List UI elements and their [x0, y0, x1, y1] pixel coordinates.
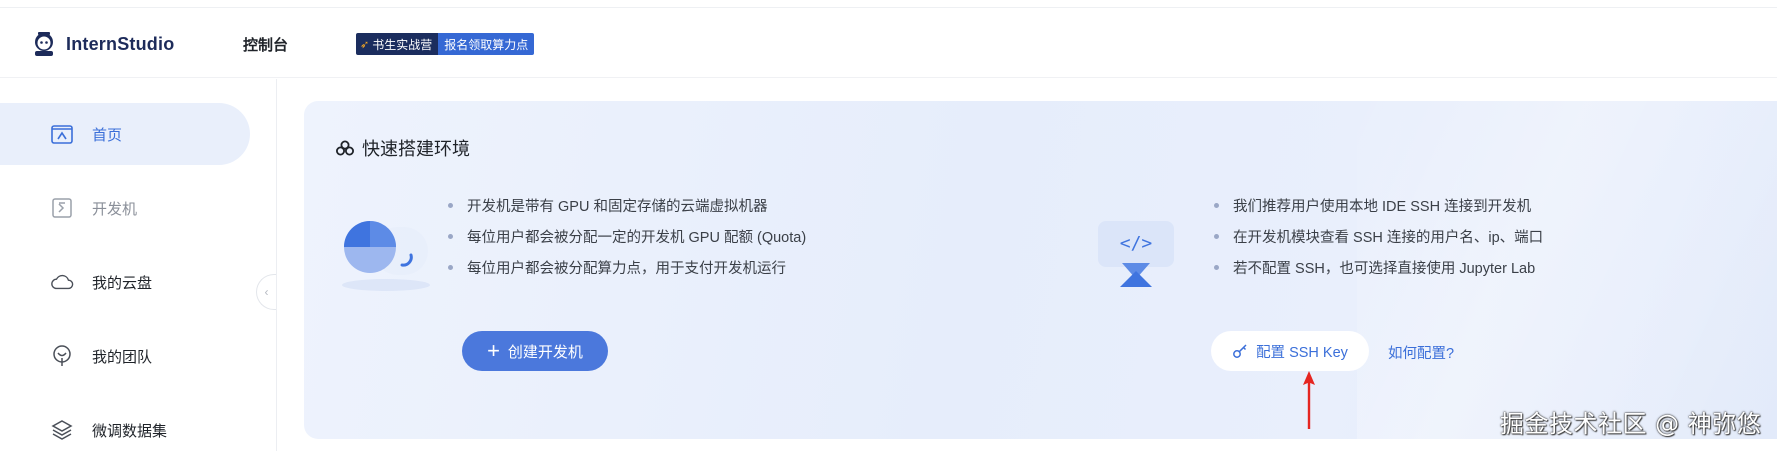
list-item: 开发机是带有 GPU 和固定存储的云端虚拟机器: [448, 190, 806, 221]
plus-icon: +: [487, 338, 500, 363]
list-item-text: 每位用户都会被分配算力点，用于支付开发机运行: [467, 261, 786, 277]
top-header: InternStudio 控制台 ➶ 书生实战营 报名领取算力点: [0, 8, 1777, 78]
list-item: 我们推荐用户使用本地 IDE SSH 连接到开发机: [1214, 190, 1543, 221]
devmachine-info-list: 开发机是带有 GPU 和固定存储的云端虚拟机器 每位用户都会被分配一定的开发机 …: [448, 190, 806, 283]
configure-ssh-key-button[interactable]: 配置 SSH Key: [1211, 331, 1369, 371]
sidebar-item-home[interactable]: 首页: [0, 103, 250, 165]
terminal-icon: [50, 196, 74, 220]
bullet-dot: [448, 203, 453, 208]
sidebar-item-label: 我的团队: [92, 348, 153, 366]
list-item: 每位用户都会被分配算力点，用于支付开发机运行: [448, 252, 806, 283]
camp-banner[interactable]: ➶ 书生实战营 报名领取算力点: [356, 33, 535, 55]
quick-setup-card: 快速搭建环境 开发机是带有 GPU 和固定存储的云端虚拟机器 每位用户都会被分配…: [304, 101, 1777, 439]
rocket-icon: ➶: [360, 38, 370, 51]
logo[interactable]: InternStudio: [30, 30, 174, 58]
bullet-dot: [448, 234, 453, 239]
list-item: 若不配置 SSH，也可选择直接使用 Jupyter Lab: [1214, 252, 1543, 283]
sidebar-item-label: 我的云盘: [92, 274, 153, 292]
list-item-text: 我们推荐用户使用本地 IDE SSH 连接到开发机: [1233, 199, 1532, 215]
bullet-dot: [1214, 203, 1219, 208]
bullet-dot: [448, 265, 453, 270]
cluster-icon: [336, 140, 354, 156]
bullet-dot: [1214, 234, 1219, 239]
camp-banner-right-label: 报名领取算力点: [438, 33, 535, 55]
chevron-left-icon: ‹: [264, 285, 269, 299]
annotation-arrow-icon: [1303, 371, 1315, 429]
watermark: 掘金技术社区 @ 神弥悠: [1500, 410, 1762, 438]
logo-text: InternStudio: [66, 33, 175, 54]
card-title: 快速搭建环境: [336, 135, 470, 161]
camp-banner-left-label: 书生实战营: [372, 37, 433, 52]
window-top-strip: [0, 0, 1777, 8]
mascot-logo-icon: [35, 32, 53, 56]
sidebar-item-devmachine[interactable]: 开发机: [0, 177, 250, 239]
key-icon: [1233, 344, 1247, 358]
list-item-text: 若不配置 SSH，也可选择直接使用 Jupyter Lab: [1233, 261, 1536, 277]
how-to-configure-link[interactable]: 如何配置?: [1388, 342, 1454, 363]
list-item-text: 开发机是带有 GPU 和固定存储的云端虚拟机器: [467, 199, 768, 215]
sidebar-item-label: 微调数据集: [92, 422, 168, 440]
team-icon: [50, 344, 74, 368]
bullet-dot: [1214, 265, 1219, 270]
cloud-icon: [50, 270, 74, 294]
sidebar-item-label: 开发机: [92, 200, 138, 218]
list-item-text: 在开发机模块查看 SSH 连接的用户名、ip、端口: [1233, 230, 1544, 246]
svg-text:</>: </>: [1120, 233, 1153, 254]
card-title-text: 快速搭建环境: [362, 139, 470, 159]
configure-ssh-key-button-label: 配置 SSH Key: [1256, 344, 1348, 361]
sidebar-item-dataset[interactable]: 微调数据集: [0, 399, 250, 451]
pie-illustration-icon: [342, 221, 430, 291]
list-item: 每位用户都会被分配一定的开发机 GPU 配额 (Quota): [448, 221, 806, 252]
create-devmachine-button[interactable]: + 创建开发机: [462, 331, 608, 371]
list-item-text: 每位用户都会被分配一定的开发机 GPU 配额 (Quota): [467, 230, 807, 246]
code-illustration-icon: </>: [1098, 221, 1174, 287]
camp-banner-left: ➶ 书生实战营: [356, 33, 439, 55]
home-icon: [50, 122, 74, 146]
sidebar-item-label: 首页: [92, 126, 123, 144]
create-devmachine-button-label: 创建开发机: [507, 343, 583, 361]
nav-console[interactable]: 控制台: [243, 34, 288, 55]
sidebar-item-cloud-disk[interactable]: 我的云盘: [0, 251, 250, 313]
dataset-icon: [50, 418, 74, 442]
sidebar: 首页 开发机 我的云盘 我的团队 微调数据集: [0, 79, 277, 451]
ssh-info-list: 我们推荐用户使用本地 IDE SSH 连接到开发机 在开发机模块查看 SSH 连…: [1214, 190, 1543, 283]
list-item: 在开发机模块查看 SSH 连接的用户名、ip、端口: [1214, 221, 1543, 252]
sidebar-item-team[interactable]: 我的团队: [0, 325, 250, 387]
